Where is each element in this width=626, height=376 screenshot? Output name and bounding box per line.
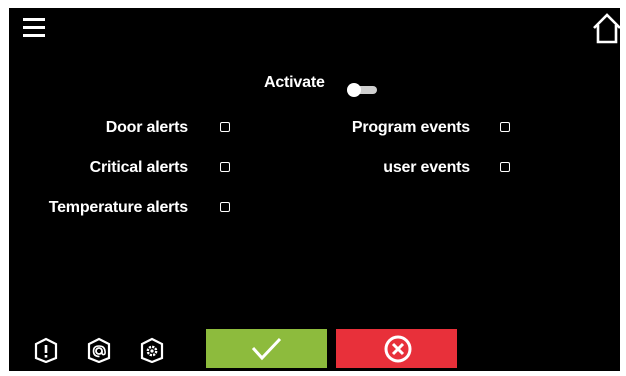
checkbox-program-events[interactable] [500,122,510,132]
checkbox-critical-alerts[interactable] [220,162,230,172]
email-settings-button[interactable] [87,337,111,364]
home-button[interactable] [591,12,623,44]
app-screen: Activate Door alerts Critical alerts Tem… [9,8,623,371]
confirm-button[interactable] [206,329,327,368]
alert-info-icon [34,337,58,364]
device-settings-button[interactable] [140,337,164,364]
menu-button[interactable] [23,16,49,40]
checkmark-icon [251,337,282,361]
cancel-x-icon [384,335,412,363]
option-label-critical-alerts: Critical alerts [89,159,189,176]
cancel-button[interactable] [336,329,457,368]
home-icon [593,13,621,44]
option-label-program-events: Program events [351,119,470,136]
settings-icon [140,337,164,364]
option-label-door-alerts: Door alerts [105,119,188,136]
alerts-button[interactable] [34,337,58,364]
toggle-knob [347,83,361,97]
email-icon [87,337,111,364]
activate-label: Activate [264,74,325,91]
checkbox-temperature-alerts[interactable] [220,202,230,212]
option-label-user-events: user events [383,159,470,176]
checkbox-user-events[interactable] [500,162,510,172]
activate-toggle[interactable] [347,83,379,97]
checkbox-door-alerts[interactable] [220,122,230,132]
option-label-temperature-alerts: Temperature alerts [48,199,188,216]
